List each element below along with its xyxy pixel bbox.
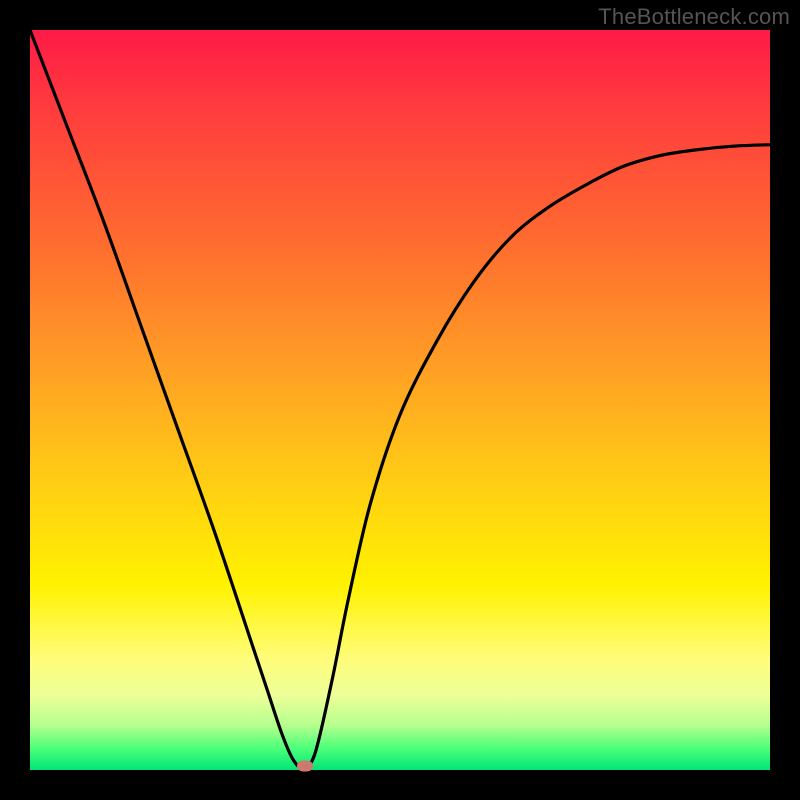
plot-area (30, 30, 770, 770)
optimum-marker (297, 761, 313, 772)
chart-frame: TheBottleneck.com (0, 0, 800, 800)
bottleneck-curve (30, 30, 770, 770)
watermark-text: TheBottleneck.com (598, 4, 790, 30)
